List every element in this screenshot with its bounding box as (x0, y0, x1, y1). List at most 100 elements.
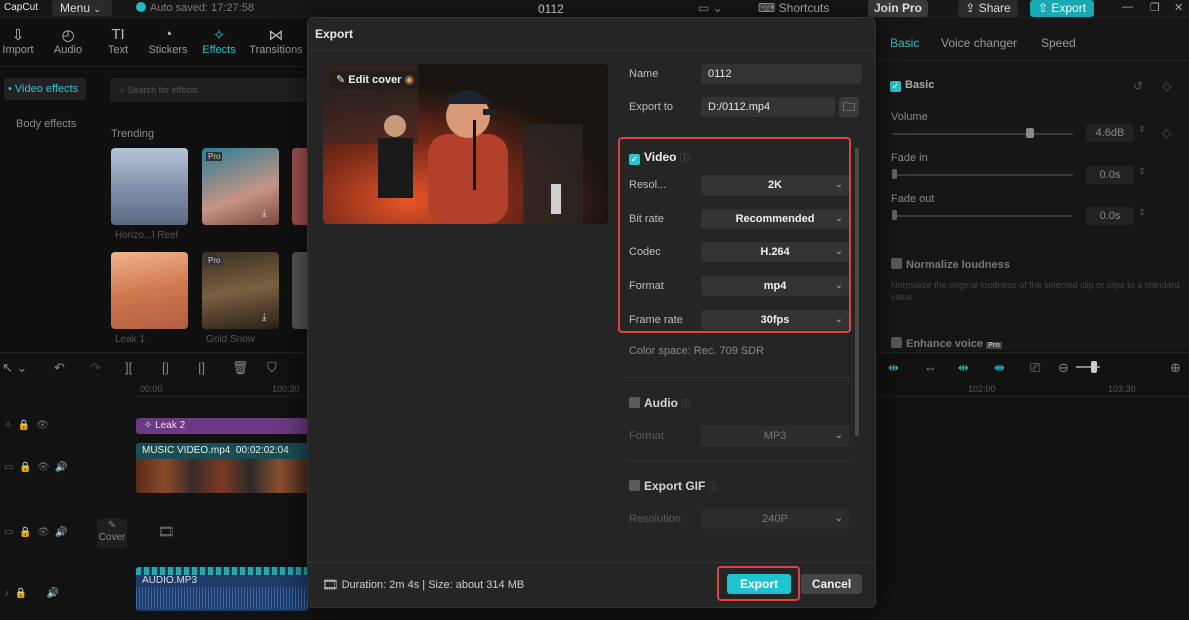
fade-out-slider[interactable] (893, 215, 1073, 217)
zoom-slider-handle[interactable] (1091, 361, 1097, 373)
tool-transitions-label: Transitions (249, 44, 303, 56)
layout-icon[interactable]: ▭ ⌄ (698, 1, 723, 15)
audio-track-controls[interactable]: ♪ 🔒 🔊 (4, 588, 59, 599)
format-select[interactable]: mp4 ⌄ (701, 276, 849, 296)
tab-speed[interactable]: Speed (1041, 36, 1076, 50)
shortcuts-button[interactable]: ⌨ Shortcuts (758, 0, 844, 17)
audio-format-select[interactable]: MP3 ⌄ (701, 426, 849, 446)
autosave-status: Auto saved: 17:27:58 (136, 2, 254, 14)
codec-value: H.264 (760, 246, 790, 258)
effect-thumb-3[interactable] (292, 148, 308, 225)
split-left-icon[interactable]: [| (162, 360, 169, 375)
volume-slider[interactable] (893, 133, 1073, 135)
volume-slider-handle[interactable] (1026, 128, 1034, 138)
zoom-in-icon[interactable]: ⊕ (1170, 360, 1181, 376)
tool-stickers[interactable]: ◔ Stickers (140, 26, 196, 56)
delete-icon[interactable]: 🗑 (232, 360, 249, 376)
dialog-scrollbar[interactable] (855, 148, 859, 436)
stepper-icon[interactable]: ⇕ (1138, 124, 1146, 135)
download-icon[interactable]: ⤓ (262, 208, 266, 219)
redo-icon[interactable]: ↷ (90, 360, 101, 376)
stepper-icon[interactable]: ⇕ (1138, 166, 1146, 177)
split-right-icon[interactable]: |] (198, 360, 205, 375)
tool-effects[interactable]: ✧ Effects (191, 26, 247, 56)
tool-transitions[interactable]: ⋈ Transitions (248, 26, 304, 56)
effect-clip[interactable]: ✧ Leak 2 (136, 418, 308, 434)
gif-resolution-select[interactable]: 240P ⌄ (701, 509, 849, 529)
close-icon[interactable]: ✕ (1174, 1, 1183, 14)
join-pro-button[interactable]: Join Pro (868, 0, 928, 17)
effect-thumb-6[interactable] (292, 252, 308, 329)
checkbox-normalize[interactable] (891, 258, 902, 269)
fade-out-handle[interactable] (892, 210, 897, 220)
tool-audio[interactable]: ◴ Audio (40, 26, 96, 56)
basic-section-header[interactable]: ✓ Basic (890, 79, 934, 92)
effect-track-controls[interactable]: ✧ 🔒 👁 (4, 420, 49, 431)
maximize-icon[interactable]: ❐ (1150, 1, 1160, 14)
search-input[interactable]: ⌕ Search for effects (110, 78, 310, 102)
checkbox-basic[interactable]: ✓ (890, 81, 901, 92)
effect-thumb-1[interactable] (111, 148, 188, 225)
transitions-icon: ⋈ (268, 27, 284, 44)
undo-icon[interactable]: ↶ (54, 360, 65, 376)
export-button[interactable]: Export (727, 574, 791, 594)
link-icon[interactable]: ⇔ (924, 360, 937, 375)
fade-out-input[interactable]: 0.0s (1086, 207, 1134, 225)
dialog-title: Export (315, 27, 354, 41)
bitrate-select[interactable]: Recommended ⌄ (701, 209, 849, 229)
folder-icon[interactable]: 🗀 (839, 97, 859, 117)
sidebar-item-body-effects[interactable]: Body effects (4, 113, 86, 135)
checkbox-gif[interactable] (629, 480, 640, 491)
zoom-out-icon[interactable]: ⊖ (1058, 360, 1069, 376)
effect-thumb-4[interactable] (111, 252, 188, 329)
section-divider (625, 377, 851, 378)
framerate-label: Frame rate (629, 314, 683, 326)
split-icon[interactable]: ][ (125, 360, 132, 375)
track-controls[interactable]: ▭ 🔒 👁 🔊 (4, 527, 68, 538)
tab-voice-changer[interactable]: Voice changer (941, 36, 1017, 50)
video-section-header[interactable]: ✓ Video ⓘ (629, 150, 689, 165)
stepper-icon[interactable]: ⇕ (1138, 207, 1146, 218)
edit-cover-button[interactable]: ✎ Edit cover ◉ (330, 71, 421, 89)
export-top-button[interactable]: ⇧ Export (1030, 0, 1094, 17)
sidebar-item-video-effects[interactable]: • Video effects (4, 78, 86, 100)
tool-text[interactable]: TI Text (90, 26, 146, 56)
enhance-voice-option[interactable]: Enhance voice Pro (891, 337, 1002, 350)
fade-in-input[interactable]: 0.0s (1086, 166, 1134, 184)
download-icon[interactable]: ⤓ (262, 312, 266, 323)
menu-button[interactable]: Menu ⌄ (52, 0, 112, 16)
shield-icon[interactable]: ⛉ (267, 360, 277, 376)
video-track-controls[interactable]: ▭ 🔒 👁 🔊 (4, 462, 68, 473)
keyframe-icon[interactable]: ◇ (1162, 126, 1171, 140)
fade-in-slider[interactable] (893, 174, 1073, 176)
share-button[interactable]: ⇪ Share (958, 0, 1018, 17)
keyframe-icon[interactable]: ◇ (1162, 79, 1171, 93)
checkbox-audio[interactable] (629, 397, 640, 408)
pointer-icon[interactable]: ↖ ⌄ (2, 360, 27, 376)
preview-axis-icon[interactable]: ⇹ (958, 360, 969, 376)
audio-section-header[interactable]: Audio ⓘ (629, 396, 690, 410)
checkbox-enhance[interactable] (891, 337, 902, 348)
trending-label: Trending (111, 128, 155, 140)
volume-input[interactable]: 4.6dB (1086, 124, 1134, 142)
split-view-icon[interactable]: ⇼ (994, 360, 1005, 376)
reset-icon[interactable]: ↺ (1133, 79, 1143, 93)
audio-waveform (136, 587, 308, 609)
fade-in-handle[interactable] (892, 169, 897, 179)
name-input[interactable]: 0112 (701, 64, 862, 84)
cover-button[interactable]: ✎ Cover (97, 518, 127, 548)
screen-icon[interactable]: ⎚ (1030, 360, 1040, 376)
video-clip[interactable]: MUSIC VIDEO.mp4 00:02:02:04 (136, 443, 308, 493)
normalize-option[interactable]: Normalize loudness (891, 258, 1010, 271)
checkbox-video[interactable]: ✓ (629, 154, 640, 165)
framerate-select[interactable]: 30fps ⌄ (701, 310, 849, 330)
cancel-button[interactable]: Cancel (801, 574, 862, 594)
export-path-input[interactable]: D:/0112.mp4 (701, 97, 835, 117)
resolution-select[interactable]: 2K ⌄ (701, 175, 849, 195)
tab-basic[interactable]: Basic (890, 36, 919, 50)
snap-icon[interactable]: ⇹ (888, 360, 899, 376)
codec-select[interactable]: H.264 ⌄ (701, 242, 849, 262)
audio-clip[interactable]: AUDIO.MP3 (136, 567, 308, 611)
minimize-icon[interactable]: — (1122, 1, 1133, 13)
gif-section-header[interactable]: Export GIF ⓘ (629, 479, 718, 493)
